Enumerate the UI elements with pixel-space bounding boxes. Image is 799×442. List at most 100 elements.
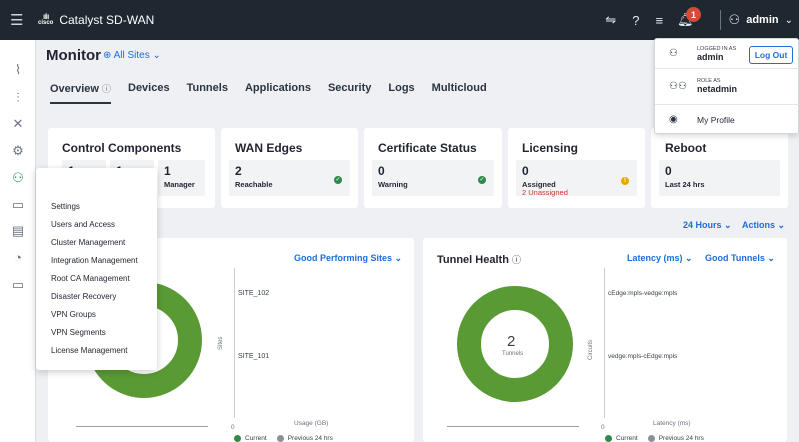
- site-legend: Current Previous 24 hrs: [234, 435, 333, 442]
- manager-count: 1: [164, 164, 171, 178]
- certificate-status-card[interactable]: Certificate Status 0 Warning ✓: [364, 128, 502, 208]
- site-filter-dropdown[interactable]: ⊕ All Sites ⌄: [103, 50, 161, 61]
- sliders-icon[interactable]: ⇋: [605, 12, 616, 28]
- monitor-tabs: Overview ⓘ Devices Tunnels Applications …: [50, 82, 504, 104]
- menu-item-license-management[interactable]: License Management: [51, 346, 128, 355]
- tunnel-label-2: vedge:mpls-cEdge:mpls: [608, 353, 678, 360]
- manager-label: Manager: [164, 180, 195, 189]
- logout-button[interactable]: Log Out: [749, 46, 793, 64]
- site-filter-label: All Sites: [113, 50, 150, 61]
- wan-reachable-tile[interactable]: 2 Reachable ✓: [229, 160, 350, 196]
- tunnel-filter-dropdown[interactable]: Good Tunnels ⌄: [705, 253, 775, 264]
- cisco-logo-text: cisco: [38, 20, 54, 26]
- tunnel-x-zero: 0: [601, 424, 605, 431]
- legend-previous-dot: [276, 435, 284, 442]
- notification-badge: 1: [686, 7, 702, 22]
- info-icon: ⓘ: [511, 255, 521, 265]
- left-nav-rail: ⌇ ⫶ ✕ ⚙ ⚇ ▭ ▤ ◔ ▭: [0, 40, 36, 442]
- tunnel-label-1: cEdge:mpls-vedge:mpls: [608, 290, 678, 297]
- site-filter-select-label: Good Performing Sites: [294, 253, 393, 263]
- actions-dropdown[interactable]: Actions ⌄: [742, 220, 785, 231]
- reports-icon[interactable]: ▤: [10, 223, 26, 239]
- tools-icon[interactable]: ✕: [10, 116, 26, 132]
- app-title: Catalyst SD-WAN: [59, 13, 155, 27]
- legend-current-dot: [234, 435, 241, 442]
- menu-item-cluster-management[interactable]: Cluster Management: [51, 238, 125, 247]
- workflows-icon[interactable]: ▭: [10, 197, 26, 213]
- chevron-down-icon[interactable]: ⌄: [785, 15, 793, 26]
- user-icon[interactable]: ⚇: [729, 12, 741, 28]
- tab-applications[interactable]: Applications: [245, 82, 311, 104]
- tab-security[interactable]: Security: [328, 82, 371, 104]
- tab-devices[interactable]: Devices: [128, 82, 170, 104]
- menu-item-disaster-recovery[interactable]: Disaster Recovery: [51, 292, 116, 301]
- menu-item-root-ca-management[interactable]: Root CA Management: [51, 274, 130, 283]
- warning-icon: !: [621, 177, 629, 185]
- tab-multicloud[interactable]: Multicloud: [432, 82, 487, 104]
- legend-previous: Previous 24 hrs: [287, 435, 333, 442]
- tab-overview[interactable]: Overview ⓘ: [50, 82, 111, 104]
- actions-label: Actions: [742, 220, 776, 230]
- wan-count: 2: [235, 164, 242, 178]
- manager-tile[interactable]: 1 Manager: [158, 160, 205, 196]
- tunnel-y-axis: [604, 268, 605, 418]
- tunnel-donut-value: 2: [507, 333, 516, 350]
- list-icon[interactable]: ≡: [655, 13, 663, 28]
- tunnel-health-panel: Tunnel Health ⓘ Latency (ms) ⌄ Good Tunn…: [423, 238, 787, 442]
- reboot-tile[interactable]: 0 Last 24 hrs: [659, 160, 780, 196]
- card-title: Certificate Status: [378, 141, 477, 155]
- configuration-icon[interactable]: ⫶: [10, 90, 26, 106]
- notifications-button[interactable]: 🔔︎ 1: [677, 7, 702, 29]
- menu-item-integration-management[interactable]: Integration Management: [51, 256, 138, 265]
- legend-current: Current: [616, 435, 638, 442]
- tab-overview-label: Overview: [50, 83, 99, 95]
- chevron-down-icon: ⌄: [152, 50, 161, 61]
- card-title: WAN Edges: [235, 141, 303, 155]
- my-profile-label: My Profile: [697, 115, 735, 125]
- site-x-zero: 0: [231, 424, 235, 431]
- time-range-dropdown[interactable]: 24 Hours ⌄: [683, 220, 732, 231]
- legend-previous-dot: [647, 435, 655, 442]
- wan-edges-card[interactable]: WAN Edges 2 Reachable ✓: [221, 128, 358, 208]
- latency-dropdown-label: Latency (ms): [627, 253, 683, 263]
- licensing-card[interactable]: Licensing 0 Assigned 2 Unassigned !: [508, 128, 645, 208]
- tab-logs[interactable]: Logs: [388, 82, 414, 104]
- explore-monitor-icon[interactable]: ▭: [10, 277, 26, 293]
- menu-item-vpn-groups[interactable]: VPN Groups: [51, 310, 96, 319]
- site-y-axis: [234, 268, 235, 418]
- card-title: Licensing: [522, 141, 579, 155]
- latency-dropdown[interactable]: Latency (ms) ⌄: [627, 253, 693, 264]
- wan-label: Reachable: [235, 180, 273, 189]
- administration-user-icon[interactable]: ⚇: [10, 170, 26, 186]
- username[interactable]: admin: [746, 14, 778, 26]
- tunnel-filter-dropdown-label: Good Tunnels: [705, 253, 765, 263]
- tab-tunnels[interactable]: Tunnels: [187, 82, 228, 104]
- administration-menu: Settings Users and Access Cluster Manage…: [36, 168, 157, 370]
- cert-count: 0: [378, 164, 385, 178]
- tunnel-donut-baseline: [447, 426, 579, 427]
- role-value: netadmin: [697, 84, 738, 94]
- user-icon: ⚇: [669, 48, 678, 59]
- topbar-divider: [719, 10, 721, 30]
- reboot-count: 0: [665, 164, 672, 178]
- cert-warning-tile[interactable]: 0 Warning ✓: [372, 160, 494, 196]
- site-y-axis-label: Sites: [218, 336, 224, 350]
- role-row: ⚇⚇ ROLE AS netadmin: [655, 69, 799, 105]
- time-range-label: 24 Hours: [683, 220, 722, 230]
- hamburger-menu-icon[interactable]: ☰: [10, 11, 32, 29]
- reboot-card[interactable]: Reboot 0 Last 24 hrs: [651, 128, 788, 208]
- menu-item-settings[interactable]: Settings: [51, 202, 80, 211]
- analytics-icon[interactable]: ◔: [10, 250, 26, 266]
- profile-icon: ◉: [669, 114, 678, 125]
- licensing-tile[interactable]: 0 Assigned 2 Unassigned !: [516, 160, 637, 197]
- monitor-chart-icon[interactable]: ⌇: [10, 62, 26, 78]
- my-profile-item[interactable]: ◉ My Profile: [655, 105, 799, 135]
- page-title: Monitor: [46, 47, 101, 64]
- reboot-label: Last 24 hrs: [665, 180, 705, 189]
- maintenance-gear-icon[interactable]: ⚙: [10, 143, 26, 159]
- help-icon[interactable]: ?: [632, 13, 639, 28]
- site-filter-select[interactable]: Good Performing Sites ⌄: [294, 253, 402, 264]
- menu-item-vpn-segments[interactable]: VPN Segments: [51, 328, 106, 337]
- legend-current: Current: [245, 435, 267, 442]
- menu-item-users-and-access[interactable]: Users and Access: [51, 220, 115, 229]
